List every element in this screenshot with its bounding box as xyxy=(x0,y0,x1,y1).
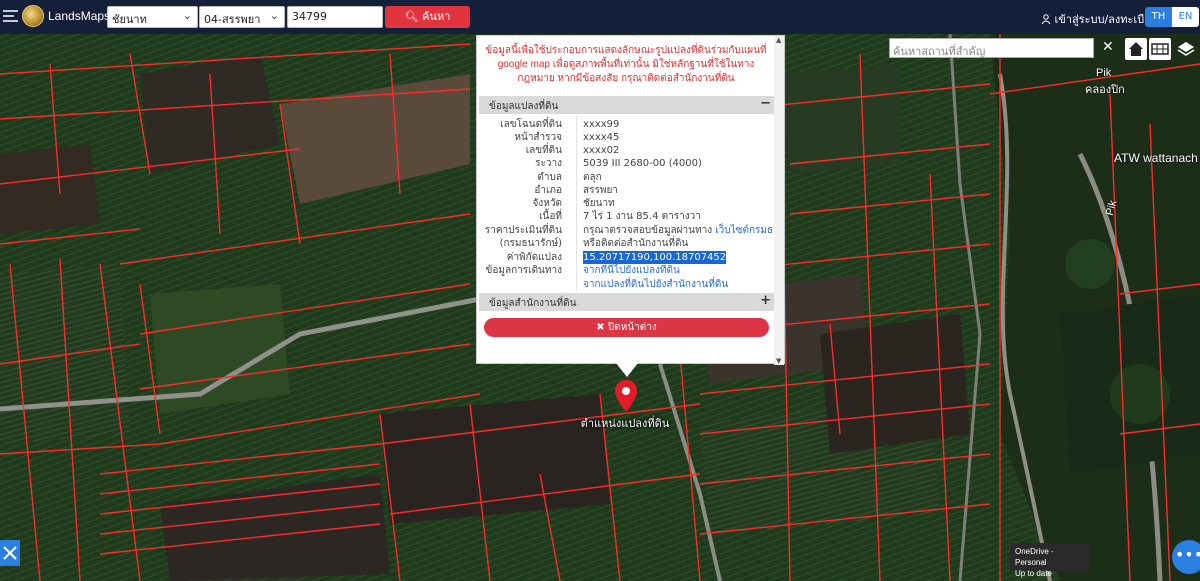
row-value: กรุณาตรวจสอบข้อมูลผ่านทาง เว็บไซต์กรมธนา… xyxy=(583,224,775,237)
collapse-icon[interactable]: − xyxy=(760,96,771,111)
row-label: ระวาง xyxy=(535,158,562,169)
row-label: ค่าพิกัดแปลง xyxy=(506,252,562,263)
row-directions-2: จากแปลงที่ดินไปยังสำนักงานที่ดิน xyxy=(477,278,775,291)
row-amphoe: อำเภอ สรรพยา xyxy=(477,184,775,197)
directions-to-parcel-link[interactable]: จากที่นี่ไปยังแปลงที่ดิน xyxy=(583,264,680,277)
marker-label: ตำแหน่งแปลงที่ดิน xyxy=(580,417,670,430)
row-value: xxxx99 xyxy=(583,119,620,130)
directions-to-office-link[interactable]: จากแปลงที่ดินไปยังสำนักงานที่ดิน xyxy=(583,278,728,291)
row-area: เนื้อที่ 7 ไร่ 1 งาน 85.4 ตารางวา xyxy=(477,210,775,223)
section-office-header[interactable]: ข้อมูลสำนักงานที่ดิน + xyxy=(479,293,775,311)
search-button-label: ค้นหา xyxy=(422,10,451,23)
amphoe-select[interactable]: 04-สรรพยา ⌄ xyxy=(199,6,285,28)
popup-content: ข้อมูลนี้เพื่อใช้ประกอบการแสดงลักษณะรูปแ… xyxy=(477,36,775,365)
parcel-info-popup: ข้อมูลนี้เพื่อใช้ประกอบการแสดงลักษณะรูปแ… xyxy=(476,35,785,365)
measure-tool-button[interactable] xyxy=(0,540,20,566)
treasury-website-link[interactable]: เว็บไซต์กรมธนารักษ์ xyxy=(715,225,775,236)
scroll-down-icon[interactable]: ▼ xyxy=(776,357,781,365)
row-province: จังหวัด ชัยนาท xyxy=(477,197,775,210)
row-label: อำเภอ xyxy=(534,185,562,196)
user-icon xyxy=(1041,14,1051,25)
layers-button[interactable] xyxy=(1175,38,1197,60)
map-label-pik: Pik xyxy=(1096,67,1112,79)
parcel-number-input[interactable]: 34799 xyxy=(287,6,383,28)
grid-icon xyxy=(1151,43,1169,55)
lang-en-button[interactable]: EN xyxy=(1172,7,1199,27)
row-label: เนื้อที่ xyxy=(539,211,562,222)
row-label: ข้อมูลการเดินทาง xyxy=(485,265,562,276)
row-label: เลขโฉนดที่ดิน xyxy=(500,119,562,130)
section-parcel-title: ข้อมูลแปลงที่ดิน xyxy=(489,101,559,112)
lang-th-button[interactable]: TH xyxy=(1145,7,1172,27)
search-icon: 🔍︎ xyxy=(404,10,419,23)
province-select-value: ชัยนาท xyxy=(112,13,147,26)
popup-pointer xyxy=(616,363,638,377)
layers-icon xyxy=(1177,42,1195,56)
row-value: xxxx02 xyxy=(583,145,620,156)
grid-button[interactable] xyxy=(1149,38,1171,60)
row-label: หน้าสำรวจ xyxy=(514,132,562,143)
expand-icon[interactable]: + xyxy=(760,293,771,308)
section-office-title: ข้อมูลสำนักงานที่ดิน xyxy=(489,298,577,309)
row-survey-page: หน้าสำรวจ xxxx45 xyxy=(477,131,775,144)
map-pin-icon[interactable] xyxy=(615,380,637,412)
row-value: xxxx45 xyxy=(583,132,620,143)
home-button[interactable] xyxy=(1125,38,1147,60)
row-label: เลขที่ดิน xyxy=(525,145,562,156)
landsmaps-logo[interactable] xyxy=(22,5,44,27)
row-land-number: เลขที่ดิน xxxx02 xyxy=(477,144,775,157)
chevron-down-icon: ⌄ xyxy=(182,9,192,22)
more-icon: ••• xyxy=(1174,545,1200,564)
chat-button[interactable]: ••• xyxy=(1172,540,1200,574)
row-label: (กรมธนารักษ์) xyxy=(499,238,562,249)
close-popup-button[interactable]: ✖ ปิดหน้าต่าง xyxy=(484,318,769,337)
onedrive-line2: Up to date xyxy=(1015,569,1052,578)
row-value: สรรพยา xyxy=(583,185,618,196)
popup-scrollbar[interactable]: ▲ ▼ xyxy=(774,36,784,365)
onedrive-line1: OneDrive - Personal xyxy=(1015,547,1054,567)
search-button[interactable]: 🔍︎ ค้นหา xyxy=(385,6,470,28)
onedrive-notification: OneDrive - Personal Up to date xyxy=(1010,543,1090,578)
row-tambon: ตำบล ตลุก xyxy=(477,171,775,184)
login-link[interactable]: เข้าสู่ระบบ/ลงทะเบียน xyxy=(1041,10,1158,28)
map-label-atw: ATW wattanach xyxy=(1114,151,1198,165)
home-icon xyxy=(1129,42,1143,56)
amphoe-select-value: 04-สรรพยา xyxy=(204,13,261,26)
map-label-pik-thai: คลองปิก xyxy=(1085,84,1125,96)
row-label: จังหวัด xyxy=(532,198,562,209)
row-value: ชัยนาท xyxy=(583,198,615,209)
province-select[interactable]: ชัยนาท ⌄ xyxy=(107,6,198,28)
row-label: ตำบล xyxy=(537,172,562,183)
row-map-sheet: ระวาง 5039 III 2680-00 (4000) xyxy=(477,157,775,170)
row-appraisal: ราคาประเมินที่ดิน กรุณาตรวจสอบข้อมูลผ่านท… xyxy=(477,224,775,237)
chevron-down-icon: ⌄ xyxy=(269,9,279,22)
login-label: เข้าสู่ระบบ/ลงทะเบียน xyxy=(1054,13,1159,26)
row-deed-number: เลขโฉนดที่ดิน xxxx99 xyxy=(477,118,775,131)
row-value: 5039 III 2680-00 (4000) xyxy=(583,158,702,169)
brand-name[interactable]: LandsMaps xyxy=(48,9,110,23)
coordinates-value[interactable]: 15.20717190,100.18707452 xyxy=(583,251,727,264)
appraisal-text: กรุณาตรวจสอบข้อมูลผ่านทาง xyxy=(583,225,713,236)
row-coordinates: ค่าพิกัดแปลง 15.20717190,100.18707452 xyxy=(477,251,775,264)
top-navbar: LandsMaps ชัยนาท ⌄ 04-สรรพยา ⌄ 34799 🔍︎ … xyxy=(0,0,1200,34)
close-icon[interactable]: ✕ xyxy=(1102,39,1114,55)
place-search-input[interactable]: ค้นหาสถานที่สำคัญ xyxy=(889,38,1094,58)
row-value: ตลุก xyxy=(583,172,602,183)
section-parcel-header[interactable]: ข้อมูลแปลงที่ดิน − xyxy=(479,96,775,114)
disclaimer-text: ข้อมูลนี้เพื่อใช้ประกอบการแสดงลักษณะรูปแ… xyxy=(485,45,767,84)
row-directions: ข้อมูลการเดินทาง จากที่นี่ไปยังแปลงที่ดิน xyxy=(477,264,775,277)
scroll-up-icon[interactable]: ▲ xyxy=(776,36,781,44)
row-value: 7 ไร่ 1 งาน 85.4 ตารางวา xyxy=(583,211,701,222)
row-label: ราคาประเมินที่ดิน xyxy=(484,225,562,236)
menu-icon[interactable] xyxy=(3,10,18,23)
tools-icon xyxy=(3,546,17,560)
row-appraisal-2: (กรมธนารักษ์) หรือติดต่อสำนักงานที่ดิน xyxy=(477,237,775,250)
row-value: หรือติดต่อสำนักงานที่ดิน xyxy=(583,238,689,249)
